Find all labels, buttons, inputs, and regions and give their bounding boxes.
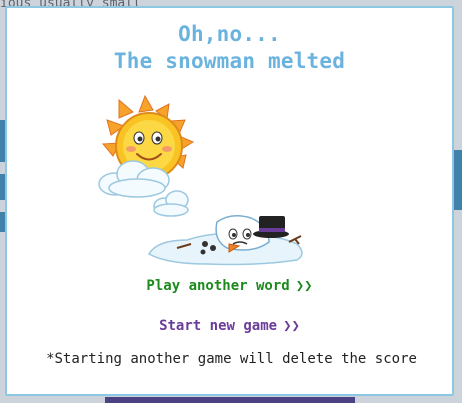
cloud-icon xyxy=(153,190,189,217)
play-another-word-label: Play another word xyxy=(146,278,290,294)
double-chevron-right-icon: ❯❯ xyxy=(295,278,313,294)
double-chevron-right-icon: ❯❯ xyxy=(283,318,300,334)
start-new-game-link[interactable]: Start new game ❯❯ xyxy=(7,318,452,334)
warning-note: *Starting another game will delete the s… xyxy=(46,351,417,367)
game-over-modal: Oh,no... The snowman melted Play another… xyxy=(5,6,454,396)
melted-snowman-scene xyxy=(98,94,303,266)
start-new-game-label: Start new game xyxy=(159,318,278,334)
play-another-word-link[interactable]: Play another word ❯❯ xyxy=(7,278,452,294)
melted-snowman-icon xyxy=(147,215,303,266)
